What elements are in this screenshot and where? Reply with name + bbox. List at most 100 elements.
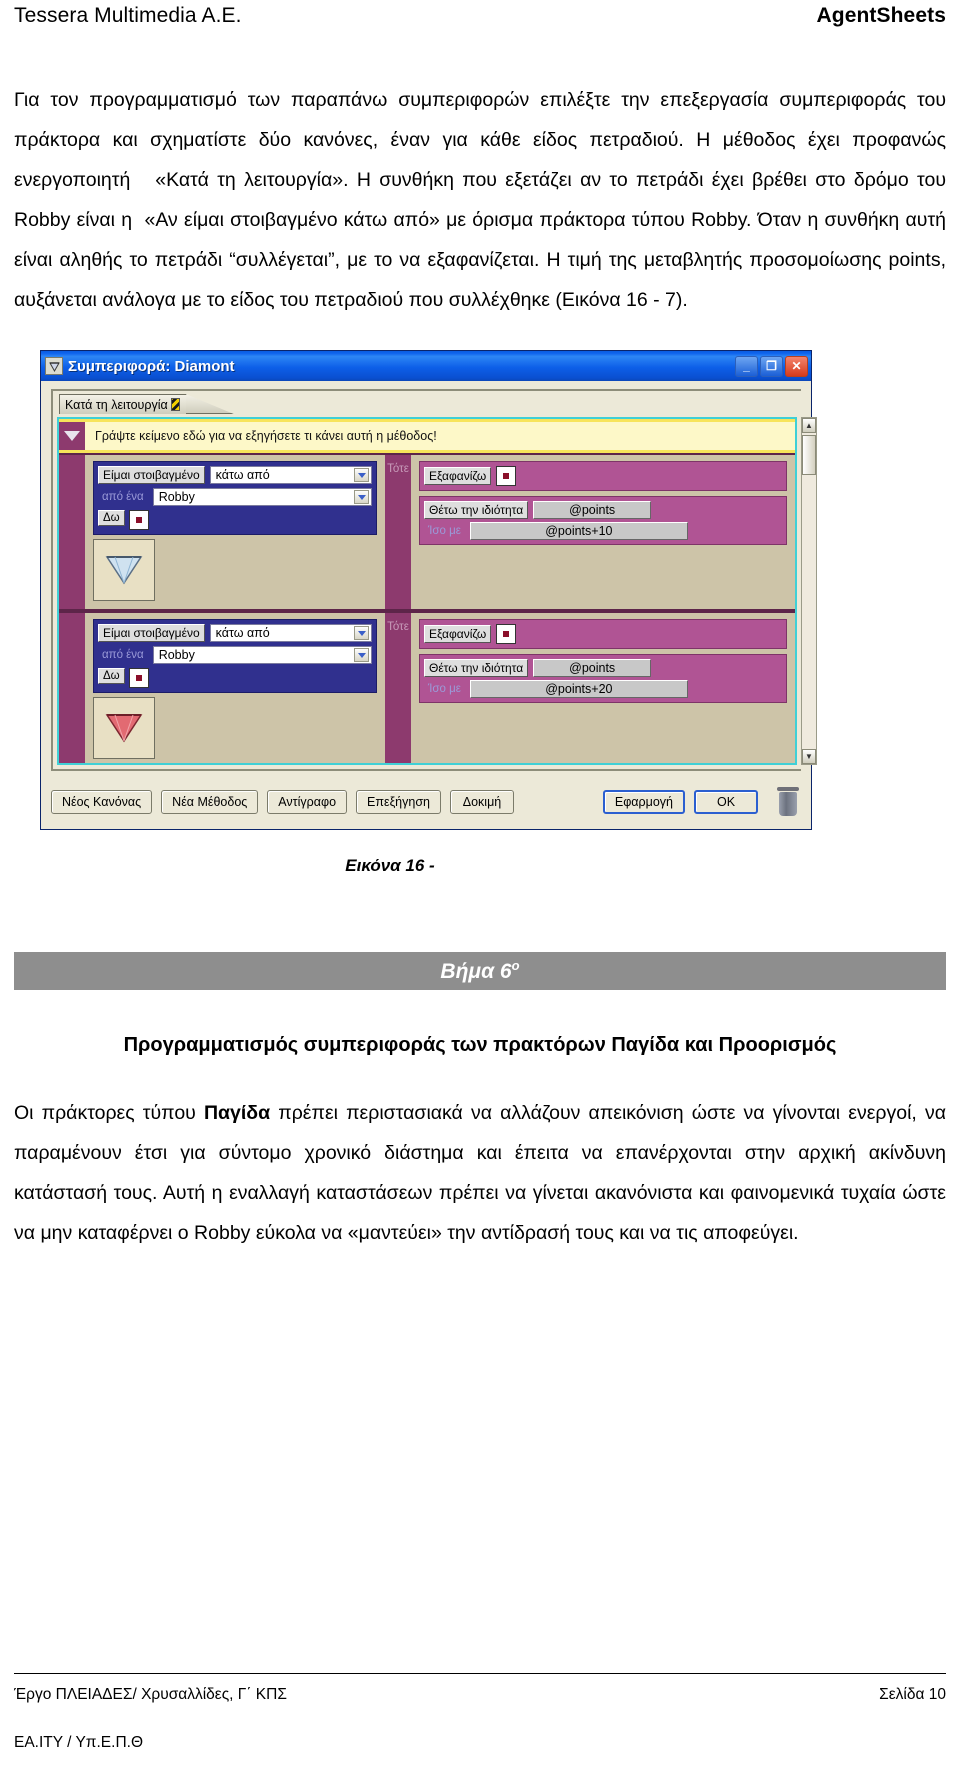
condition-predicate-label: Είμαι στοιβαγμένο (98, 466, 205, 484)
window-title: Συμπεριφορά: Diamont (68, 357, 235, 375)
method-tab-row: Κατά τη λειτουργία (53, 391, 801, 415)
chevron-down-icon (354, 490, 369, 504)
maximize-button[interactable]: ❐ (760, 355, 783, 377)
direction-dropdown-value: κάτω από (215, 626, 270, 640)
tab-tail-decoration (185, 394, 234, 414)
step-paragraph-block: Οι πράκτορες τύπου Παγίδα πρέπει περιστα… (14, 1093, 946, 1253)
trash-icon[interactable] (775, 787, 801, 817)
condition-depiction-row: Δω (98, 510, 372, 530)
apply-button[interactable]: Εφαρμογή (602, 790, 685, 814)
action-set-property-block[interactable]: Θέτω την ιδιότητα @points Ίσο με @points… (419, 496, 787, 545)
copy-button[interactable]: Αντίγραφο (267, 790, 348, 814)
direction-dropdown[interactable]: κάτω από (209, 466, 372, 484)
action-disappear-block[interactable]: Εξαφανίζω (419, 619, 787, 649)
condition-agent-line: από ένα Robby (98, 488, 372, 506)
disappear-depiction-button[interactable] (496, 624, 517, 644)
step-banner-label: Βήμα 6ο (440, 958, 519, 984)
then-label: Τότε (387, 463, 409, 475)
rule-handle[interactable] (59, 455, 85, 609)
action-set-property-line: Θέτω την ιδιότητα @points (424, 659, 782, 677)
equals-label: Ίσο με (428, 525, 461, 537)
step-banner: Βήμα 6ο (14, 952, 946, 990)
action-disappear-label: Εξαφανίζω (424, 625, 492, 643)
dialog-button-bar: Νέος Κανόνας Νέα Μέθοδος Αντίγραφο Επεξή… (51, 785, 801, 819)
rule-condition-area: Είμαι στοιβαγμένο κάτω από από ένα Robby… (85, 613, 385, 763)
figure-caption: Εικόνα 16 - (345, 856, 435, 875)
action-set-property-label: Θέτω την ιδιότητα (424, 659, 529, 677)
action-disappear-line: Εξαφανίζω (424, 624, 782, 644)
action-set-property-block[interactable]: Θέτω την ιδιότητα @points Ίσο με @points… (419, 654, 787, 703)
condition-arg-label: από ένα (102, 649, 144, 661)
depiction-picker-button[interactable] (128, 668, 149, 688)
comment-collapse-handle[interactable] (59, 422, 85, 450)
close-button[interactable]: ✕ (785, 355, 808, 377)
ok-button[interactable]: OK (694, 790, 758, 814)
rule-handle[interactable] (59, 613, 85, 763)
disappear-depiction-button[interactable] (496, 466, 517, 486)
direction-dropdown-value: κάτω από (215, 468, 270, 482)
header-left-text: Tessera Multimedia A.E. (14, 4, 242, 27)
condition-predicate-line: Είμαι στοιβαγμένο κάτω από (98, 466, 372, 484)
expression-field[interactable]: @points+10 (469, 522, 688, 540)
rule-then-separator: Τότε (385, 455, 411, 609)
diamond-depiction-cell[interactable] (93, 539, 155, 601)
step-paragraph-bold: Παγίδα (203, 1102, 271, 1124)
step-paragraph: Οι πράκτορες τύπου Παγίδα πρέπει περιστα… (14, 1093, 946, 1253)
window-client-area: Κατά τη λειτουργία Γράψτε κείμενο εδώ γι… (41, 381, 817, 829)
rule-then-separator: Τότε (385, 613, 411, 763)
footer-left-text: Έργο ΠΛΕΙΑΔΕΣ/ Χρυσαλλίδες, Γ΄ ΚΠΣ (14, 1686, 287, 1703)
scrollbar-thumb[interactable] (802, 435, 816, 475)
footer-org-text: ΕΑ.ΙΤΥ / Υπ.Ε.Π.Θ (14, 1734, 143, 1751)
condition-predicate-label: Είμαι στοιβαγμένο (98, 624, 205, 642)
table-row: Είμαι στοιβαγμένο κάτω από από ένα Robby… (59, 453, 795, 611)
explain-button[interactable]: Επεξήγηση (356, 790, 441, 814)
depiction-picker-button[interactable] (128, 510, 149, 530)
condition-arg-label: από ένα (102, 491, 144, 503)
window-controls: _ ❐ ✕ (735, 355, 808, 377)
rule-condition-area: Είμαι στοιβαγμένο κάτω από από ένα Robby… (85, 455, 385, 609)
intro-paragraph-block: Για τον προγραμματισμό των παραπάνω συμπ… (14, 80, 946, 320)
minimize-button[interactable]: _ (735, 355, 758, 377)
ruby-depiction-cell[interactable] (93, 697, 155, 759)
agent-dropdown[interactable]: Robby (152, 646, 372, 664)
tab-on-run[interactable]: Κατά τη λειτουργία (59, 394, 187, 414)
rules-pane: Γράψτε κείμενο εδώ για να εξηγήσετε τι κ… (57, 417, 797, 765)
expression-field[interactable]: @points+20 (469, 680, 688, 698)
then-label: Τότε (387, 621, 409, 633)
agent-dropdown-value: Robby (158, 490, 195, 504)
agent-dropdown[interactable]: Robby (152, 488, 372, 506)
direction-dropdown[interactable]: κάτω από (209, 624, 372, 642)
condition-block[interactable]: Είμαι στοιβαγμένο κάτω από από ένα Robby… (93, 461, 377, 535)
action-expression-line: Ίσο με @points+20 (424, 680, 782, 698)
trash-lid (777, 787, 799, 791)
scroll-up-icon[interactable]: ▲ (802, 418, 816, 433)
behavior-editor-window: Συμπεριφορά: Diamont _ ❐ ✕ Κατά τη λειτο… (40, 350, 817, 830)
step-banner-ordinal: ο (511, 958, 520, 973)
new-method-button[interactable]: Νέα Μέθοδος (161, 790, 259, 814)
figure-screenshot: Συμπεριφορά: Diamont _ ❐ ✕ Κατά τη λειτο… (14, 350, 946, 830)
see-label: Δω (98, 510, 125, 526)
trash-can-body (779, 792, 797, 816)
header-right-text: AgentSheets (816, 4, 946, 27)
step-title: Προγραμματισμός συμπεριφοράς των πρακτόρ… (123, 1034, 837, 1056)
new-rule-button[interactable]: Νέος Κανόνας (51, 790, 153, 814)
step-banner-text: Βήμα 6 (440, 960, 512, 983)
window-titlebar: Συμπεριφορά: Diamont _ ❐ ✕ (41, 351, 811, 381)
condition-depiction-row: Δω (98, 668, 372, 688)
vertical-scrollbar[interactable]: ▲ ▼ (801, 417, 817, 765)
table-row: Είμαι στοιβαγμένο κάτω από από ένα Robby… (59, 611, 795, 763)
property-name-field[interactable]: @points (533, 659, 652, 677)
document-page: Tessera Multimedia A.E. AgentSheets Για … (0, 0, 960, 1766)
test-button[interactable]: Δοκιμή (449, 790, 514, 814)
agent-dropdown-value: Robby (158, 648, 195, 662)
chevron-down-icon (354, 468, 369, 482)
method-comment-text[interactable]: Γράψτε κείμενο εδώ για να εξηγήσετε τι κ… (85, 422, 795, 450)
action-disappear-block[interactable]: Εξαφανίζω (419, 461, 787, 491)
scroll-down-icon[interactable]: ▼ (802, 749, 816, 764)
diamond-icon (105, 556, 143, 585)
action-set-property-line: Θέτω την ιδιότητα @points (424, 501, 782, 519)
footer-divider (14, 1673, 946, 1674)
property-name-field[interactable]: @points (533, 501, 652, 519)
condition-block[interactable]: Είμαι στοιβαγμένο κάτω από από ένα Robby… (93, 619, 377, 693)
behavior-window-icon (45, 357, 63, 375)
